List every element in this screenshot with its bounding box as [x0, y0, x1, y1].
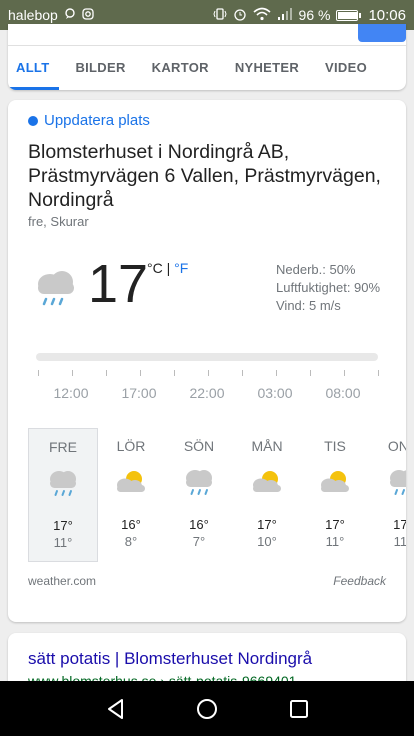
- search-tabs: ALLT BILDER KARTOR NYHETER VIDEO: [8, 46, 406, 90]
- timeline-label[interactable]: 17:00: [109, 385, 169, 401]
- timeline-label[interactable]: 22:00: [177, 385, 237, 401]
- location-dot-icon: [28, 115, 38, 126]
- day-high-temp: 17°: [393, 517, 406, 532]
- battery-icon: [336, 9, 362, 21]
- timeline-label[interactable]: 12:00: [41, 385, 101, 401]
- timeline-tick: [140, 370, 141, 376]
- forecast-day-tis[interactable]: TIS 17° 11°: [300, 428, 370, 562]
- forecast-day-son[interactable]: SÖN 16° 7°: [164, 428, 234, 562]
- timeline-label[interactable]: 03:00: [245, 385, 305, 401]
- tab-bilder[interactable]: BILDER: [75, 46, 125, 90]
- timeline-tick: [344, 370, 345, 376]
- sun-cloud-icon: [317, 466, 353, 498]
- day-name: SÖN: [183, 438, 215, 454]
- alarm-icon: [233, 7, 247, 23]
- timeline-ticks: [36, 370, 379, 380]
- timeline-tick: [174, 370, 175, 376]
- unit-toggle: °C | °F: [147, 260, 188, 276]
- update-location-link[interactable]: Uppdatera plats: [28, 112, 150, 129]
- day-high-temp: 16°: [121, 517, 141, 532]
- home-icon[interactable]: [193, 695, 221, 723]
- tab-video[interactable]: VIDEO: [325, 46, 367, 90]
- instagram-icon: [82, 8, 94, 22]
- unit-separator: |: [166, 260, 171, 276]
- forecast-day-fre[interactable]: FRE 17° 11°: [28, 428, 98, 562]
- feedback-link[interactable]: Feedback: [333, 574, 386, 588]
- weather-card: Uppdatera plats Blomsterhuset i Nordingr…: [8, 100, 406, 622]
- precipitation-text: Nederb.: 50%: [276, 262, 356, 277]
- timeline-tick: [276, 370, 277, 376]
- forecast-day-ons[interactable]: ONS 17° 11°: [368, 428, 406, 562]
- recent-apps-icon[interactable]: [285, 695, 313, 723]
- search-box[interactable]: [8, 24, 406, 46]
- clock: 10:06: [368, 6, 406, 24]
- back-icon[interactable]: [102, 695, 130, 723]
- timeline-tick: [38, 370, 39, 376]
- unit-fahrenheit[interactable]: °F: [174, 260, 188, 276]
- signal-icon: [277, 7, 293, 23]
- day-high-temp: 16°: [189, 517, 209, 532]
- timeline-tick: [106, 370, 107, 376]
- day-low-temp: 8°: [124, 534, 138, 549]
- forecast-day-man[interactable]: MÅN 17° 10°: [232, 428, 302, 562]
- humidity-text: Luftfuktighet: 90%: [276, 280, 381, 295]
- current-temperature: 17: [88, 254, 149, 314]
- sun-cloud-icon: [113, 466, 149, 498]
- battery-percent: 96 %: [298, 7, 331, 23]
- update-location-label: Uppdatera plats: [44, 112, 150, 129]
- day-name: MÅN: [251, 438, 283, 454]
- day-high-temp: 17°: [257, 517, 277, 532]
- weather-source-link[interactable]: weather.com: [28, 574, 96, 588]
- search-button[interactable]: [358, 24, 406, 42]
- tab-kartor[interactable]: KARTOR: [152, 46, 209, 90]
- tab-nyheter[interactable]: NYHETER: [235, 46, 299, 90]
- day-low-temp: 11°: [393, 534, 406, 549]
- tab-allt[interactable]: ALLT: [8, 46, 61, 90]
- day-high-temp: 17°: [53, 518, 73, 533]
- day-low-temp: 7°: [192, 534, 206, 549]
- navigation-bar: [0, 681, 414, 736]
- day-low-temp: 11°: [325, 534, 345, 549]
- day-name: FRE: [49, 439, 77, 455]
- search-header-card: ALLT BILDER KARTOR NYHETER VIDEO: [8, 24, 406, 90]
- sun-cloud-icon: [249, 466, 285, 498]
- unit-celsius[interactable]: °C: [147, 260, 163, 276]
- forecast-days: FRE 17° 11° LÖR 16° 8° SÖN 16° 7° MÅN 17…: [8, 428, 406, 564]
- weather-subtitle: fre, Skurar: [28, 214, 89, 229]
- forecast-day-lor[interactable]: LÖR 16° 8°: [96, 428, 166, 562]
- timeline-tick: [72, 370, 73, 376]
- message-icon: [64, 8, 76, 22]
- wifi-icon: [253, 7, 271, 23]
- timeline-tick: [378, 370, 379, 376]
- timeline-tick: [310, 370, 311, 376]
- day-high-temp: 17°: [325, 517, 345, 532]
- place-title: Blomsterhuset i Nordingrå AB, Prästmyrvä…: [28, 141, 381, 211]
- day-low-temp: 10°: [257, 534, 277, 549]
- carrier-name: halebop: [8, 7, 58, 23]
- rain-cloud-icon: [181, 466, 217, 498]
- wind-text: Vind: 5 m/s: [276, 298, 341, 313]
- timeline-slider[interactable]: [36, 353, 378, 361]
- rain-cloud-icon: [38, 271, 74, 306]
- day-name: LÖR: [116, 438, 146, 454]
- timeline-tick: [242, 370, 243, 376]
- weather-details: Nederb.: 50% Luftfuktighet: 90% Vind: 5 …: [276, 261, 380, 315]
- timeline-tick: [208, 370, 209, 376]
- result-title-link[interactable]: sätt potatis | Blomsterhuset Nordingrå: [28, 649, 312, 669]
- day-name: TIS: [324, 438, 346, 454]
- rain-cloud-icon: [385, 466, 406, 498]
- rain-cloud-icon: [45, 467, 81, 499]
- vibrate-icon: [213, 7, 227, 23]
- day-low-temp: 11°: [53, 535, 73, 550]
- timeline-label[interactable]: 08:00: [313, 385, 373, 401]
- day-name: ONS: [387, 438, 406, 454]
